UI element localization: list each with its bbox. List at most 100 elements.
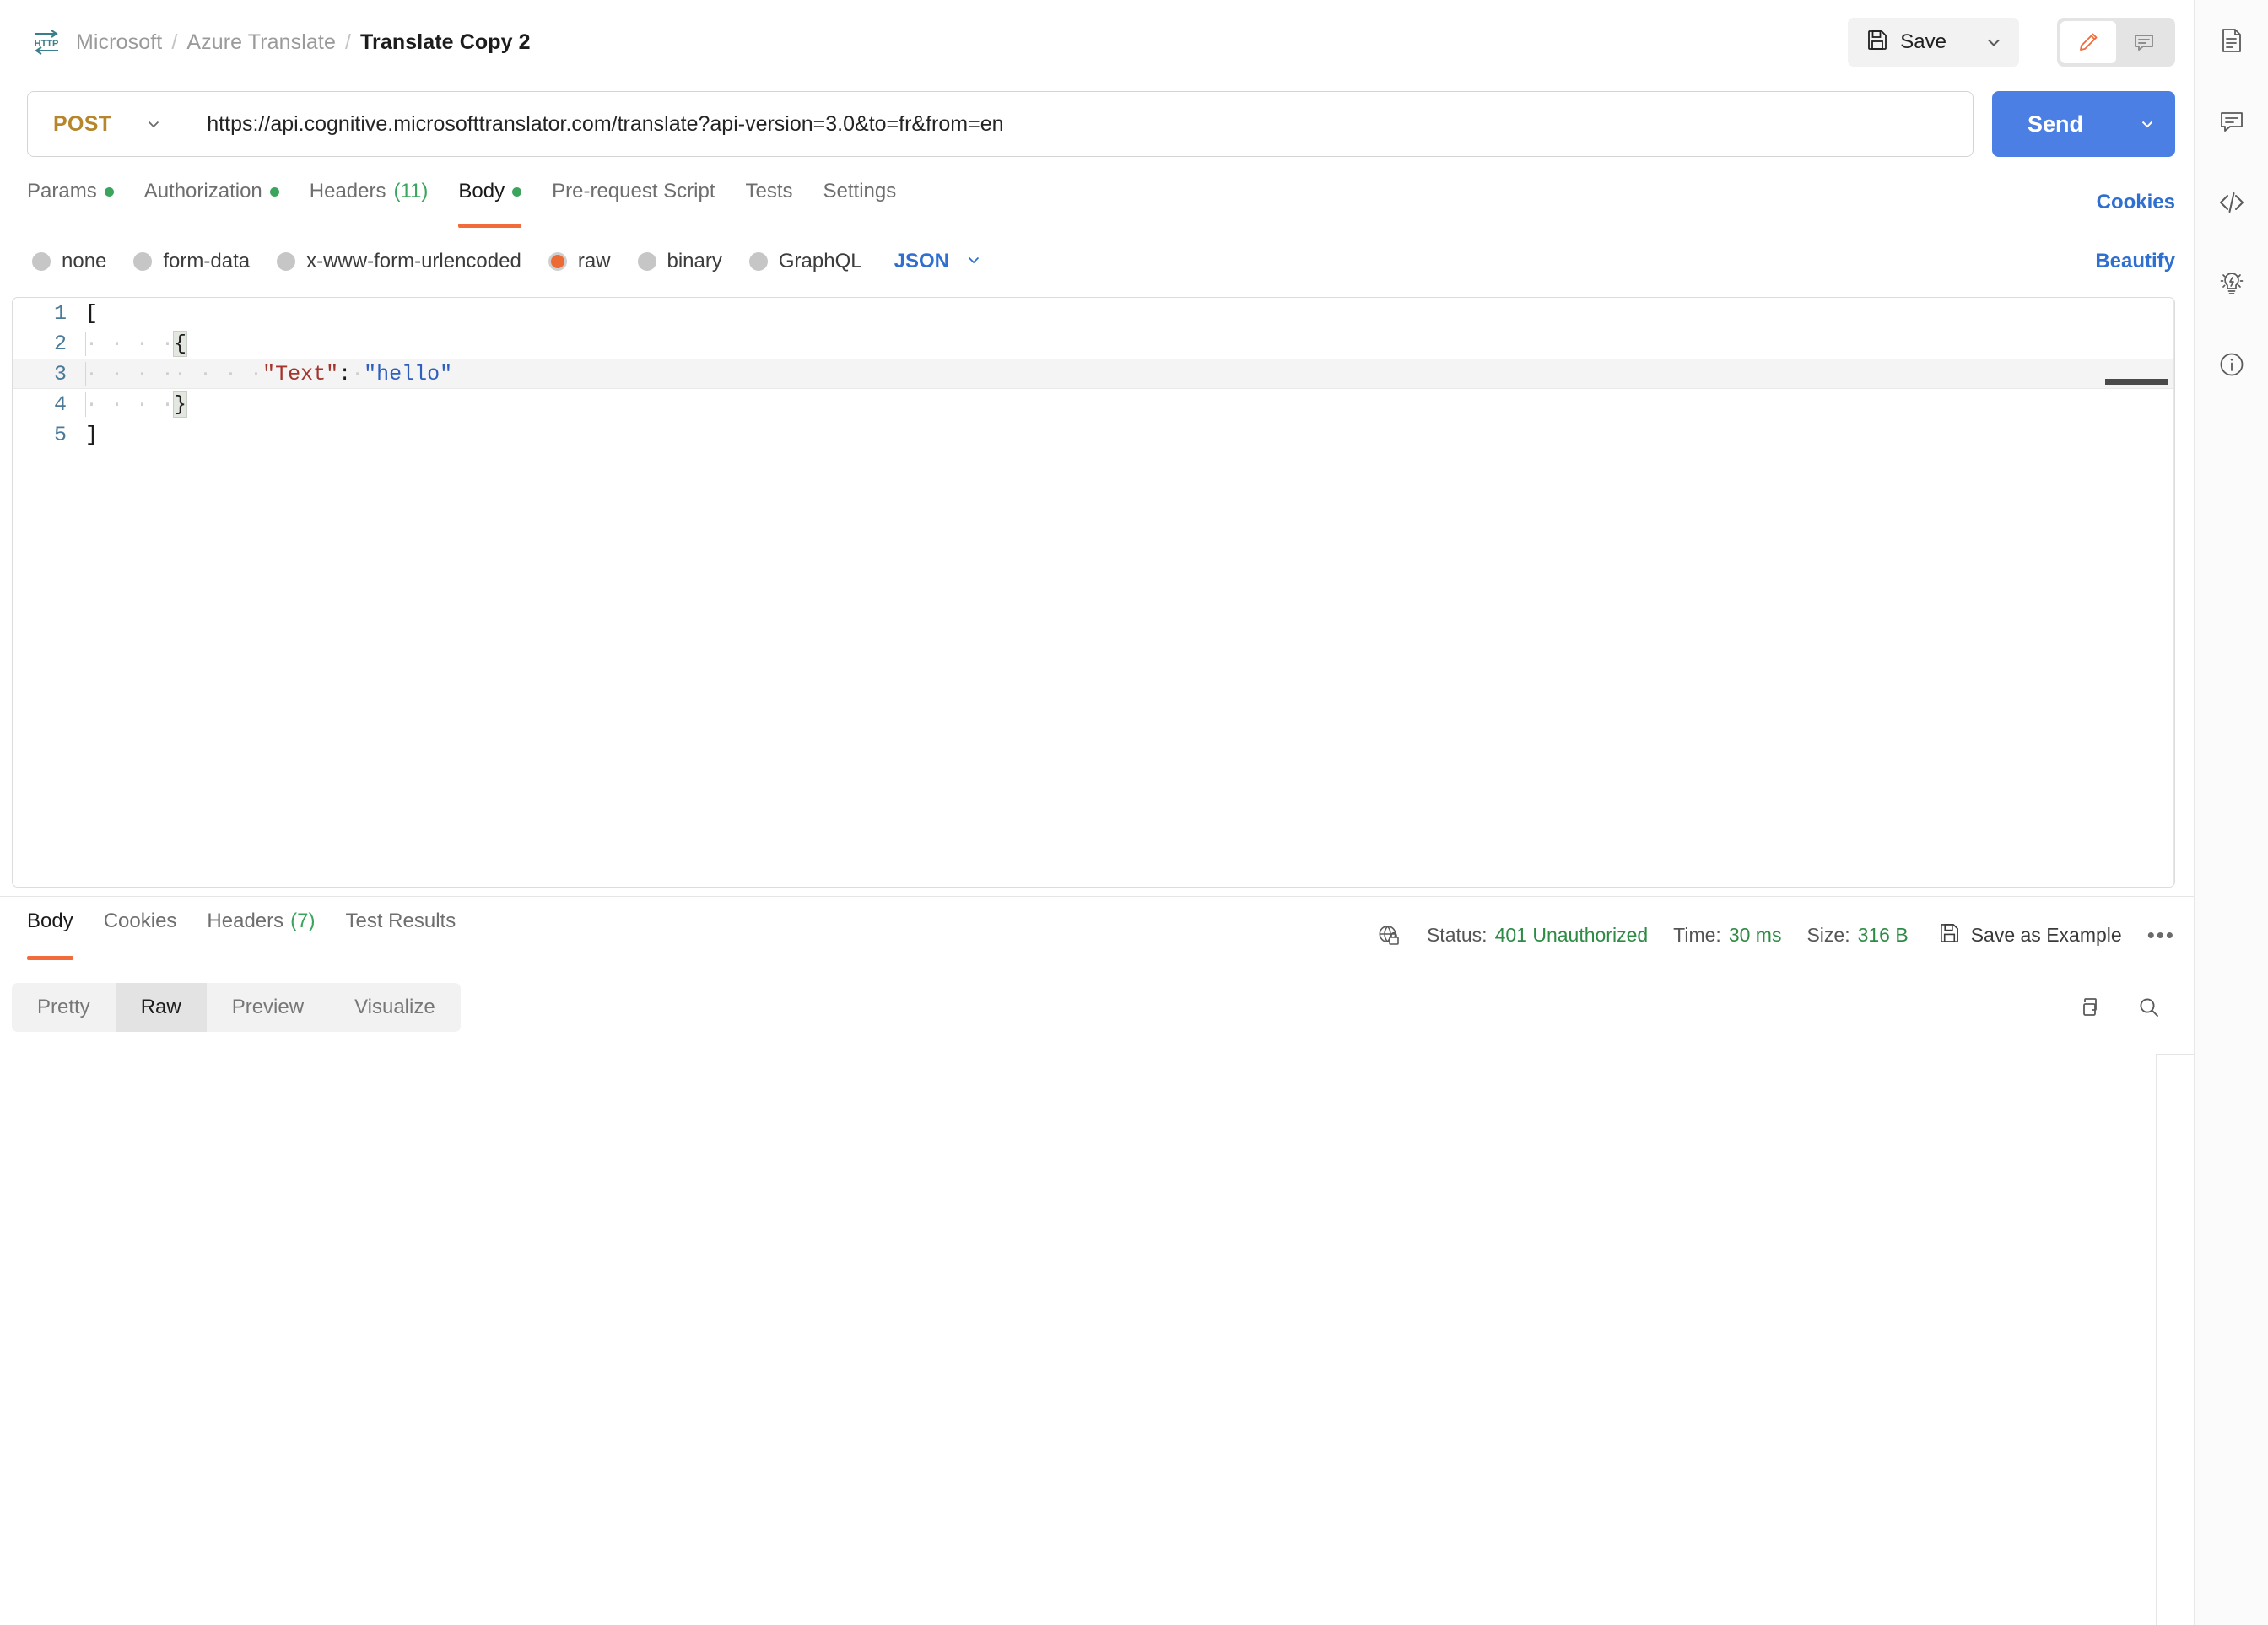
tab-pre-request-script[interactable]: Pre-request Script (537, 169, 730, 228)
url-box: POST (27, 91, 1974, 157)
code-line: 4 · · · ·} (13, 389, 2174, 419)
view-mode-pretty[interactable]: Pretty (12, 983, 116, 1032)
comment-icon[interactable] (2213, 103, 2250, 140)
code-line-active: 3 · · · ·· · · ·"Text":·"hello" (13, 359, 2174, 389)
url-bar-row: POST Send (0, 91, 2194, 157)
status-label: Status: (1426, 924, 1488, 946)
request-body-editor[interactable]: 1 [ 2 · · · ·{ 3 · · · ·· · · ·"Text":·"… (12, 297, 2175, 888)
globe-lock-icon (1376, 923, 1401, 948)
line-number: 3 (53, 361, 67, 386)
time-info: Time: 30 ms (1673, 924, 1781, 947)
body-type-raw[interactable]: raw (548, 250, 611, 273)
code-icon[interactable] (2213, 184, 2250, 221)
send-button[interactable]: Send (1992, 91, 2119, 157)
view-mode-visualize[interactable]: Visualize (329, 983, 461, 1032)
chevron-down-icon (964, 250, 984, 274)
body-type-form-data[interactable]: form-data (133, 250, 250, 273)
tab-label: Headers (309, 180, 386, 202)
save-button[interactable]: Save (1848, 18, 1968, 67)
right-sidebar (2194, 0, 2268, 1625)
floppy-disk-icon (1866, 29, 1888, 57)
tab-params[interactable]: Params (27, 169, 129, 228)
tab-label: Cookies (103, 910, 177, 932)
info-circle-icon[interactable] (2213, 346, 2250, 383)
editor-scroll-marker[interactable] (2105, 379, 2168, 385)
save-button-label: Save (1900, 30, 1947, 53)
request-tabs: Params Authorization Headers (11) Body P… (0, 169, 2194, 228)
line-number: 1 (53, 300, 67, 326)
chevron-down-icon (143, 114, 164, 134)
response-tab-headers[interactable]: Headers (7) (192, 896, 330, 960)
cookies-link[interactable]: Cookies (2097, 191, 2175, 228)
modified-dot-icon (104, 186, 114, 197)
search-icon[interactable] (2136, 995, 2162, 1020)
copy-icon[interactable] (2077, 995, 2103, 1020)
tab-headers[interactable]: Headers (11) (294, 169, 444, 228)
document-icon[interactable] (2213, 22, 2250, 59)
view-mode-raw[interactable]: Raw (115, 983, 207, 1032)
code-content: · · · ·{ (85, 330, 188, 357)
editor-scroll-area[interactable]: 1 [ 2 · · · ·{ 3 · · · ·· · · ·"Text":·"… (13, 298, 2174, 887)
ellipsis-icon[interactable]: ••• (2147, 922, 2175, 948)
radio-icon (637, 252, 656, 271)
url-input[interactable] (186, 92, 1973, 156)
tab-tests[interactable]: Tests (731, 169, 808, 228)
method-label: POST (53, 111, 112, 136)
view-mode-toggle (2057, 18, 2175, 67)
body-type-binary[interactable]: binary (637, 250, 722, 273)
body-type-label: raw (577, 250, 611, 273)
tab-settings[interactable]: Settings (808, 169, 912, 228)
raw-format-label: JSON (894, 250, 949, 273)
save-as-example-label: Save as Example (1970, 924, 2122, 946)
code-line: 1 [ (13, 298, 2174, 328)
breadcrumb-item-collection[interactable]: Azure Translate (186, 30, 336, 55)
save-as-example-button[interactable]: Save as Example (1939, 922, 2122, 948)
body-type-graphql[interactable]: GraphQL (748, 250, 862, 273)
lightbulb-icon[interactable] (2213, 265, 2250, 302)
body-type-label: none (62, 250, 107, 273)
save-options-caret[interactable] (1968, 18, 2019, 67)
method-selector[interactable]: POST (28, 92, 186, 156)
code-token-value: "hello" (364, 361, 453, 386)
breadcrumb: Microsoft / Azure Translate / Translate … (76, 30, 531, 55)
header-actions: Save (1848, 0, 2175, 84)
response-meta: Status: 401 Unauthorized Time: 30 ms Siz… (1351, 922, 2175, 960)
code-token-colon: : (338, 361, 352, 386)
view-mode-preview[interactable]: Preview (207, 983, 329, 1032)
line-number: 5 (53, 422, 67, 447)
request-header: HTTP Microsoft / Azure Translate / Trans… (0, 0, 2194, 84)
body-type-none[interactable]: none (32, 250, 106, 273)
code-token-open-array: [ (85, 300, 99, 326)
modified-dot-icon (512, 186, 522, 197)
response-view-row: Pretty Raw Preview Visualize (0, 974, 2194, 1040)
status-value: 401 Unauthorized (1494, 924, 1649, 946)
tab-label: Body (458, 180, 505, 202)
response-tab-test-results[interactable]: Test Results (330, 896, 471, 960)
beautify-link[interactable]: Beautify (2095, 250, 2175, 273)
body-type-label: form-data (163, 250, 251, 273)
response-tab-cookies[interactable]: Cookies (89, 896, 192, 960)
comment-mode-button[interactable] (2116, 21, 2172, 63)
tab-body[interactable]: Body (443, 169, 537, 228)
breadcrumb-item-workspace[interactable]: Microsoft (76, 30, 162, 55)
status-info: Status: 401 Unauthorized (1427, 924, 1648, 947)
body-type-label: GraphQL (778, 250, 862, 273)
body-type-urlencoded[interactable]: x-www-form-urlencoded (277, 250, 521, 273)
http-icon: HTTP (32, 28, 61, 57)
send-options-caret[interactable] (2120, 91, 2175, 157)
tab-label: Headers (207, 910, 284, 932)
response-body-divider (2156, 1054, 2157, 1625)
raw-format-selector[interactable]: JSON (894, 250, 984, 274)
code-line: 2 · · · ·{ (13, 328, 2174, 359)
response-tab-body[interactable]: Body (12, 896, 89, 960)
response-body-area[interactable] (0, 1040, 2217, 1625)
active-tab-underline (27, 956, 73, 960)
edit-mode-button[interactable] (2060, 21, 2116, 63)
body-type-row: none form-data x-www-form-urlencoded raw… (0, 238, 2194, 285)
time-value: 30 ms (1728, 924, 1782, 946)
radio-icon (133, 252, 153, 271)
tab-count: (7) (290, 910, 316, 932)
save-button-group: Save (1848, 18, 2019, 67)
tab-authorization[interactable]: Authorization (129, 169, 294, 228)
radio-icon-selected (548, 252, 567, 271)
